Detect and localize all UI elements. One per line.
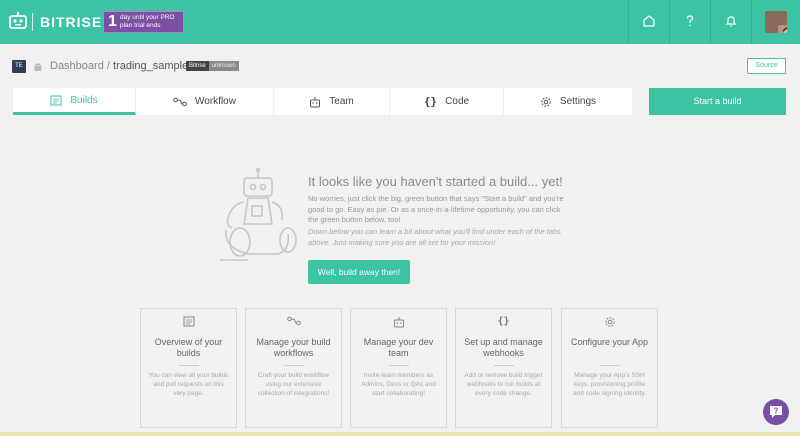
tab-builds-label: Builds xyxy=(70,94,98,106)
breadcrumb-app-name: trading_sample xyxy=(113,60,189,72)
robot-icon xyxy=(393,317,404,328)
home-button[interactable] xyxy=(628,0,669,44)
breadcrumb-dashboard-link[interactable]: Dashboard xyxy=(50,60,104,72)
card-divider xyxy=(179,365,199,366)
stack-label: Bitrise xyxy=(186,61,209,71)
tab-settings-label: Settings xyxy=(559,96,597,107)
workflow-icon xyxy=(286,316,301,326)
card-description: You can view all your builds and pull re… xyxy=(148,372,229,397)
gear-icon xyxy=(604,317,615,327)
card-configure-app: Configure your App Manage your App's SSH… xyxy=(561,308,658,428)
logo-separator xyxy=(32,13,33,31)
notifications-button[interactable] xyxy=(710,0,751,44)
profile-menu[interactable] xyxy=(751,0,800,44)
code-braces-icon: {} xyxy=(497,316,510,327)
card-webhooks: {} Set up and manage webhooks Add or rem… xyxy=(455,308,552,428)
stack-badge: Bitrise unknown xyxy=(186,61,239,71)
robot-icon xyxy=(310,96,321,107)
empty-state-description: No worries, just click the big, green bu… xyxy=(308,194,564,224)
top-bar: BITRISE 1 day until your PRO plan trial … xyxy=(0,0,800,44)
card-title: Manage your dev team xyxy=(363,337,434,358)
bottom-strip xyxy=(0,432,800,436)
stack-value: unknown xyxy=(208,61,239,71)
card-title: Configure your App xyxy=(570,337,649,347)
android-icon xyxy=(34,63,42,71)
bell-icon xyxy=(725,16,737,27)
tab-workflow-label: Workflow xyxy=(195,96,236,107)
builds-icon xyxy=(183,316,194,327)
breadcrumb: Dashboard / trading_sample xyxy=(50,60,188,72)
help-button[interactable] xyxy=(669,0,710,44)
home-icon xyxy=(643,15,655,27)
chat-question-icon: ? xyxy=(770,406,782,418)
tab-team-label: Team xyxy=(329,96,354,107)
bitrise-logo-icon[interactable] xyxy=(8,12,28,30)
brand-name[interactable]: BITRISE xyxy=(40,14,102,30)
empty-state-title: It looks like you haven't started a buil… xyxy=(308,174,563,189)
tab-team[interactable]: Team xyxy=(274,88,390,115)
gear-icon xyxy=(541,96,551,107)
card-divider xyxy=(494,365,514,366)
card-title: Manage your build workflows xyxy=(256,337,331,358)
start-build-button[interactable]: Start a build xyxy=(649,88,786,115)
card-description: Invite team members as Admins, Devs or Q… xyxy=(361,372,436,397)
robot-illustration xyxy=(220,168,297,261)
card-description: Add or remove build trigger webhooks to … xyxy=(464,372,543,397)
source-button[interactable]: Source xyxy=(747,58,786,74)
build-away-button[interactable]: Well, build away then! xyxy=(308,260,410,284)
card-title: Set up and manage webhooks xyxy=(464,337,543,358)
support-chat-button[interactable]: ? xyxy=(763,399,789,425)
trial-text: day until your PRO plan trial ends xyxy=(120,14,175,29)
trial-badge[interactable]: 1 day until your PRO plan trial ends xyxy=(103,11,184,33)
tab-code[interactable]: {} Code xyxy=(390,88,504,115)
card-description: Manage your App's SSH keys, provisioning… xyxy=(573,372,646,397)
card-team: Manage your dev team Invite team members… xyxy=(350,308,447,428)
breadcrumb-separator: / xyxy=(106,60,110,72)
trial-days-count: 1 xyxy=(108,13,117,30)
empty-state-hint: Down below you can learn a bit about wha… xyxy=(308,227,561,247)
card-workflows: Manage your build workflows Craft your b… xyxy=(245,308,342,428)
card-title: Overview of your builds xyxy=(154,337,223,358)
builds-icon xyxy=(50,95,62,105)
question-icon xyxy=(686,15,694,27)
tab-settings[interactable]: Settings xyxy=(504,88,632,115)
card-divider xyxy=(389,365,409,366)
card-divider xyxy=(600,365,620,366)
user-avatar xyxy=(765,11,787,33)
tab-code-label: Code xyxy=(445,96,470,107)
card-description: Craft your build workflow using our exte… xyxy=(257,372,330,397)
project-avatar[interactable]: TE xyxy=(12,60,26,73)
card-divider xyxy=(284,365,304,366)
tab-builds[interactable]: Builds xyxy=(13,88,136,115)
code-braces-icon: {} xyxy=(423,95,438,108)
app-tabs: Builds Workflow Team {} Code Settings xyxy=(13,88,632,115)
workflow-icon xyxy=(173,97,187,106)
svg-text:?: ? xyxy=(774,407,779,416)
tab-workflow[interactable]: Workflow xyxy=(136,88,274,115)
card-builds-overview: Overview of your builds You can view all… xyxy=(140,308,237,428)
